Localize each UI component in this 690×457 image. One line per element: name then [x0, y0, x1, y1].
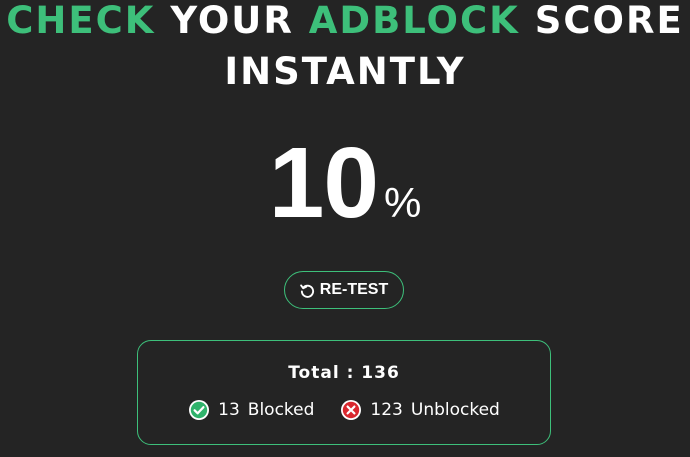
total-label: Total — [288, 363, 340, 383]
blocked-stat: 13 Blocked — [188, 399, 314, 421]
retest-label: RE-TEST — [319, 281, 389, 298]
headline-word-check: CHECK — [6, 0, 156, 42]
stats-row: 13 Blocked 123 Unblocked — [138, 399, 550, 421]
blocked-count: 13 — [218, 400, 240, 420]
unblocked-stat: 123 Unblocked — [340, 399, 500, 421]
total-value: 136 — [361, 363, 400, 383]
headline-word-adblock: ADBLOCK — [308, 0, 520, 42]
x-circle-icon — [340, 399, 362, 421]
score-unit: % — [383, 179, 422, 226]
headline-line-2: INSTANTLY — [224, 50, 466, 93]
check-circle-icon — [188, 399, 210, 421]
page-headline: CHECK YOUR ADBLOCK SCORE INSTANTLY — [0, 0, 690, 91]
score-display: 10% — [0, 128, 690, 238]
score-value: 10 — [268, 127, 379, 239]
unblocked-label: Unblocked — [410, 400, 500, 420]
unblocked-count: 123 — [370, 400, 403, 420]
refresh-icon — [299, 283, 315, 298]
results-summary: Total : 136 13 Blocked 123 Unblocked — [137, 340, 551, 445]
retest-button[interactable]: RE-TEST — [284, 271, 404, 309]
headline-word-your: YOUR — [170, 0, 294, 42]
headline-word-score: SCORE — [534, 0, 684, 42]
total-count: Total : 136 — [288, 363, 400, 383]
blocked-label: Blocked — [247, 400, 315, 420]
headline-line-1: CHECK YOUR ADBLOCK SCORE — [0, 1, 690, 40]
